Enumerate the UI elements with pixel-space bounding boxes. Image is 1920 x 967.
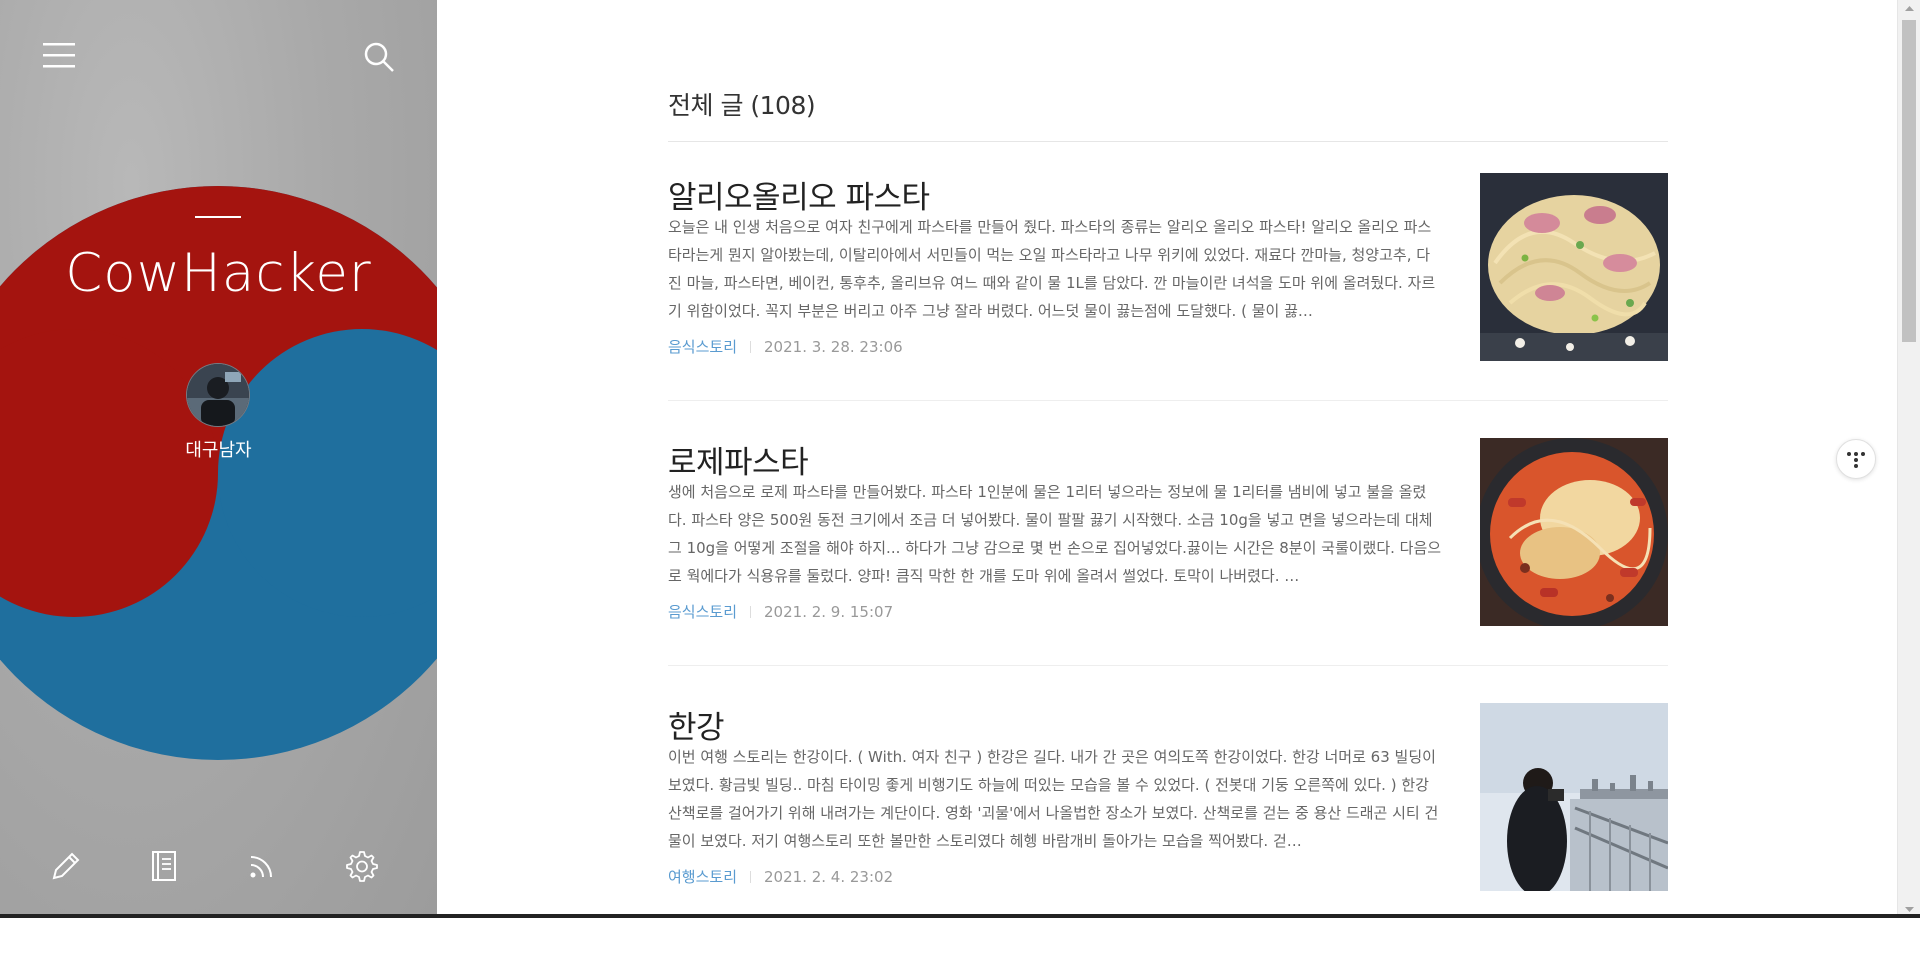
heading-divider xyxy=(668,141,1668,142)
list-item[interactable]: 로제파스타 생에 처음으로 로제 파스타를 만들어봤다. 파스타 1인분에 물은… xyxy=(668,437,1668,702)
sidebar: CowHacker 대구남자 xyxy=(0,0,437,918)
floating-menu-button[interactable] xyxy=(1836,439,1876,479)
post-title[interactable]: 알리오올리오 파스타 xyxy=(668,172,930,217)
owner-name: 대구남자 xyxy=(185,440,252,461)
post-meta: 여행스토리 2021. 2. 4. 23:02 xyxy=(668,866,893,887)
post-meta: 음식스토리 2021. 3. 28. 23:06 xyxy=(668,336,903,357)
post-date: 2021. 2. 9. 15:07 xyxy=(764,603,894,621)
post-category-link[interactable]: 음식스토리 xyxy=(668,338,737,356)
blog-title[interactable]: CowHacker xyxy=(0,243,437,304)
post-divider xyxy=(668,400,1668,401)
list-item[interactable]: 알리오올리오 파스타 오늘은 내 인생 처음으로 여자 친구에게 파스타를 만들… xyxy=(668,172,1668,437)
meta-separator xyxy=(750,606,752,618)
list-item[interactable]: 한강 이번 여행 스토리는 한강이다. ( With. 여자 친구 ) 한강은 … xyxy=(668,702,1668,967)
post-thumbnail[interactable] xyxy=(1480,703,1668,891)
post-meta: 음식스토리 2021. 2. 9. 15:07 xyxy=(668,601,893,622)
rose-pasta-photo xyxy=(1480,438,1668,626)
meta-separator xyxy=(750,871,752,883)
manage-button[interactable] xyxy=(146,848,182,884)
post-title[interactable]: 한강 xyxy=(668,702,725,747)
post-date: 2021. 2. 4. 23:02 xyxy=(764,868,894,886)
rss-icon xyxy=(250,856,272,878)
title-decoration-line xyxy=(195,216,241,218)
post-category-link[interactable]: 여행스토리 xyxy=(668,868,737,886)
rss-button[interactable] xyxy=(244,848,280,884)
main-content: 전체 글 (108) 알리오올리오 파스타 오늘은 내 인생 처음으로 여자 친… xyxy=(437,0,1897,918)
sidebar-bottom-toolbar xyxy=(0,848,437,884)
pencil-icon xyxy=(52,852,80,880)
avatar-photo xyxy=(187,364,249,426)
post-title[interactable]: 로제파스타 xyxy=(668,437,809,482)
arrow-up-icon xyxy=(1905,6,1914,11)
notebook-icon xyxy=(152,851,176,881)
post-divider xyxy=(668,665,1668,666)
pasta-photo xyxy=(1480,173,1668,361)
search-icon xyxy=(364,42,394,72)
post-summary[interactable]: 생에 처음으로 로제 파스타를 만들어봤다. 파스타 1인분에 물은 1리터 넣… xyxy=(668,478,1443,590)
scrollbar[interactable] xyxy=(1897,0,1920,918)
post-summary[interactable]: 이번 여행 스토리는 한강이다. ( With. 여자 친구 ) 한강은 길다.… xyxy=(668,743,1443,855)
menu-icon xyxy=(43,43,75,68)
gear-icon xyxy=(346,851,378,882)
settings-button[interactable] xyxy=(343,848,379,884)
write-button[interactable] xyxy=(48,848,84,884)
scrollbar-thumb[interactable] xyxy=(1902,20,1916,342)
scroll-up-button[interactable] xyxy=(1898,0,1920,17)
post-date: 2021. 3. 28. 23:06 xyxy=(764,338,903,356)
search-button[interactable] xyxy=(360,38,400,74)
post-category-link[interactable]: 음식스토리 xyxy=(668,603,737,621)
meta-separator xyxy=(750,341,752,353)
post-thumbnail[interactable] xyxy=(1480,173,1668,361)
menu-button[interactable] xyxy=(40,38,80,74)
han-river-photo xyxy=(1480,703,1668,891)
avatar[interactable] xyxy=(186,363,250,427)
post-summary[interactable]: 오늘은 내 인생 처음으로 여자 친구에게 파스타를 만들어 줬다. 파스타의 … xyxy=(668,213,1443,325)
category-heading: 전체 글 (108) xyxy=(668,91,816,120)
dots-menu-icon xyxy=(1847,452,1865,468)
post-thumbnail[interactable] xyxy=(1480,438,1668,626)
window-bottom-border xyxy=(0,914,1920,918)
